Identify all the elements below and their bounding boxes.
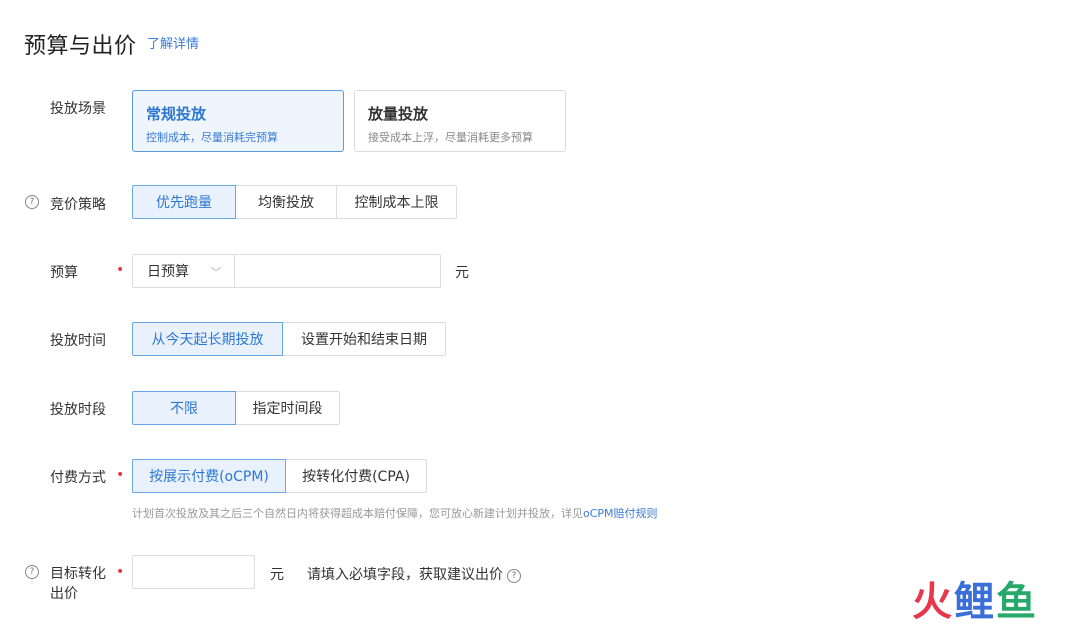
learn-more-link[interactable]: 了解详情 [147,33,199,52]
section-title: 预算与出价 [24,34,137,59]
payment-cpa[interactable]: 按转化付费(CPA) [285,459,427,493]
scene-option-regular-title: 常规投放 [146,105,207,123]
target-bid-input[interactable] [132,555,255,589]
required-mark: • [116,262,125,278]
schedule-period-segment: 不限 指定时间段 [132,391,340,425]
help-icon[interactable]: ? [25,195,39,209]
ocpm-rules-link[interactable]: oCPM赔付规则 [583,507,658,520]
watermark-logo: 火鲤鱼 [912,580,1038,624]
target-bid-unit: 元 [270,567,284,583]
watermark-char-2: 鲤 [954,579,996,625]
required-mark: • [116,564,125,580]
budget-input[interactable] [234,254,441,288]
scene-label: 投放场景 [50,101,106,117]
bid-option-volume[interactable]: 优先跑量 [132,185,236,219]
budget-type-value: 日预算 [147,264,189,280]
target-bid-label-line2: 出价 [50,586,78,602]
chevron-down-icon: ﹀ [211,267,221,279]
schedule-time-label: 投放时间 [50,333,106,349]
budget-type-select[interactable]: 日预算 ﹀ [132,254,235,288]
period-custom[interactable]: 指定时间段 [235,391,340,425]
required-mark: • [116,467,125,483]
payment-hint-text: 计划首次投放及其之后三个自然日内将获得超成本赔付保障，您可放心新建计划并投放，详… [132,507,583,520]
bid-option-cost-cap[interactable]: 控制成本上限 [336,185,457,219]
target-bid-label-line1: 目标转化 [50,566,106,582]
payment-label: 付费方式 [50,470,106,486]
scene-option-boost[interactable]: 放量投放 接受成本上浮，尽量消耗更多预算 [354,90,566,152]
schedule-period-label: 投放时段 [50,402,106,418]
suggest-bid-label: 请填入必填字段，获取建议出价 [307,567,503,583]
schedule-time-segment: 从今天起长期投放 设置开始和结束日期 [132,322,446,356]
scene-option-boost-title: 放量投放 [368,105,429,123]
payment-ocpm[interactable]: 按展示付费(oCPM) [132,459,286,493]
budget-unit: 元 [455,265,469,281]
scene-option-regular-desc: 控制成本，尽量消耗完预算 [146,131,278,144]
help-icon[interactable]: ? [25,565,39,579]
bid-strategy-segment: 优先跑量 均衡投放 控制成本上限 [132,185,457,219]
schedule-long-term[interactable]: 从今天起长期投放 [132,322,283,356]
suggest-bid-text: 请填入必填字段，获取建议出价? [307,564,521,584]
bid-strategy-label: 竞价策略 [50,197,106,213]
schedule-date-range[interactable]: 设置开始和结束日期 [282,322,446,356]
scene-option-regular[interactable]: 常规投放 控制成本，尽量消耗完预算 [132,90,344,152]
bid-option-balanced[interactable]: 均衡投放 [235,185,337,219]
scene-option-boost-desc: 接受成本上浮，尽量消耗更多预算 [368,131,533,144]
watermark-char-1: 火 [912,579,954,625]
help-icon[interactable]: ? [507,569,521,583]
target-bid-label: 目标转化 出价 [50,564,106,604]
payment-hint: 计划首次投放及其之后三个自然日内将获得超成本赔付保障，您可放心新建计划并投放，详… [132,505,658,521]
period-unlimited[interactable]: 不限 [132,391,236,425]
payment-segment: 按展示付费(oCPM) 按转化付费(CPA) [132,459,427,493]
watermark-char-3: 鱼 [996,579,1038,625]
budget-label: 预算 [50,265,78,281]
